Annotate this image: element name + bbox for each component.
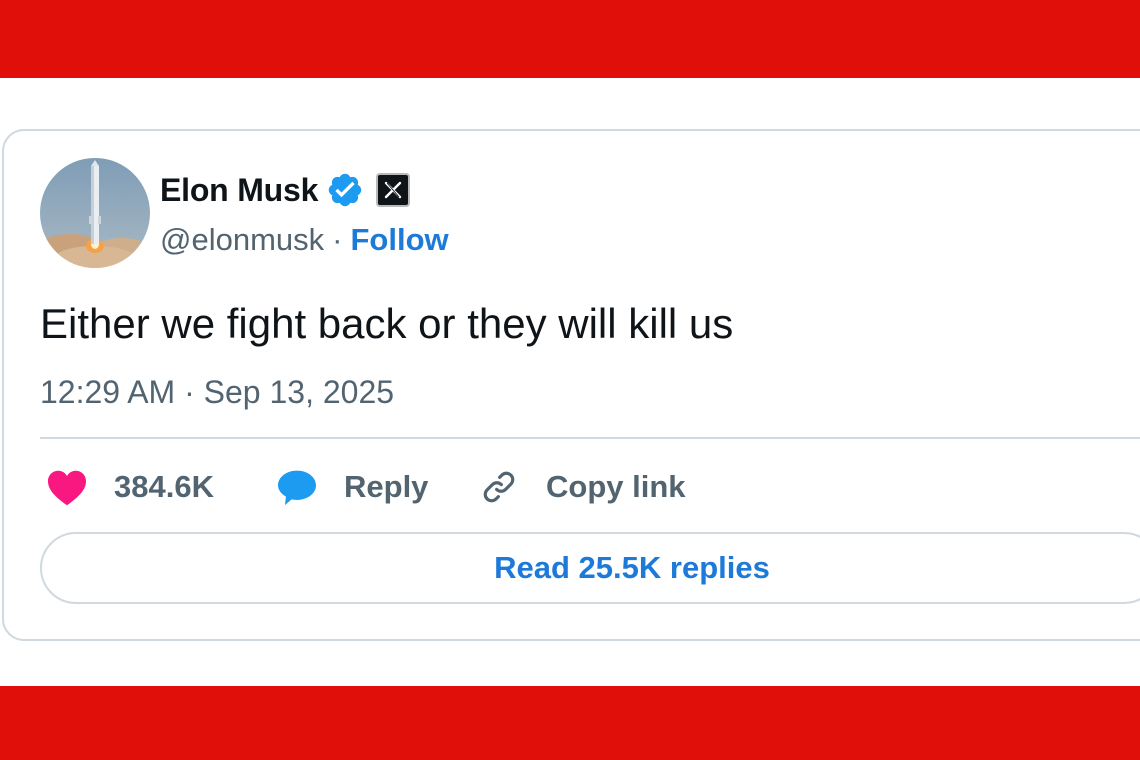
separator-dot: · [332,222,343,257]
read-replies-label: Read 25.5K replies [494,550,770,585]
author-handle[interactable]: @elonmusk [160,222,324,258]
x-logo-icon [376,173,411,207]
follow-button[interactable]: Follow [350,222,448,258]
like-button[interactable]: 384.6K [46,462,214,512]
copy-link-button[interactable]: Copy link [480,462,686,512]
top-red-band [0,0,1140,78]
heart-icon [48,470,86,506]
reply-label: Reply [344,469,429,504]
copy-link-label: Copy link [546,469,686,504]
speech-bubble-icon [278,470,316,506]
bottom-red-band [0,686,1140,760]
verified-badge-icon [328,173,362,207]
avatar[interactable] [40,158,150,268]
tweet-timestamp[interactable]: 12:29 AM · Sep 13, 2025 [40,374,394,411]
author-name-row: Elon Musk [160,170,411,210]
like-count: 384.6K [114,469,214,504]
divider [40,437,1140,439]
read-replies-button[interactable]: Read 25.5K replies [40,532,1140,604]
link-icon [483,471,515,503]
author-name[interactable]: Elon Musk [160,172,318,209]
rocket-launch-avatar-icon [40,158,150,268]
reply-button[interactable]: Reply [276,462,428,512]
author-handle-row: @elonmusk · Follow [160,222,449,258]
tweet-text: Either we fight back or they will kill u… [40,300,734,347]
